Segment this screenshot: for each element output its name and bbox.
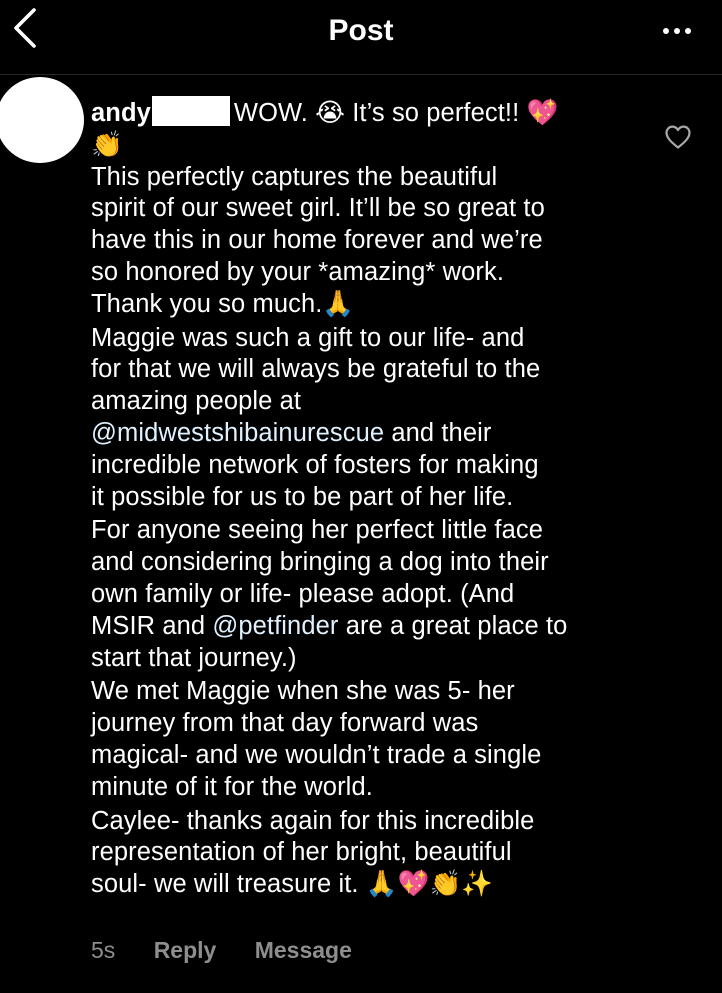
- comment-paragraph: This perfectly captures the beautiful sp…: [91, 162, 545, 318]
- comment-text: Maggie was such a gift to our life- and …: [91, 323, 541, 416]
- avatar[interactable]: [0, 77, 84, 163]
- more-options-button[interactable]: [660, 24, 694, 38]
- comment-body: andy WOW. 😭 It’s so perfect!! 💖 👏 This pe…: [91, 96, 651, 901]
- heart-outline-icon: [665, 125, 691, 149]
- comment-opening-emoji: 👏: [91, 130, 123, 159]
- comment-paragraph: For anyone seeing her perfect little fac…: [91, 515, 651, 674]
- page-title: Post: [328, 14, 394, 47]
- reply-button[interactable]: Reply: [154, 937, 217, 963]
- comment-username[interactable]: andy: [91, 99, 151, 127]
- comment-paragraph: Caylee- thanks again for this incredible…: [91, 806, 535, 899]
- comment-first-line: andy WOW. 😭 It’s so perfect!! 💖: [91, 96, 559, 127]
- comment-actions: 5s Reply Message: [91, 935, 384, 965]
- mention-link-rescue[interactable]: @midwestshibainurescue: [91, 419, 384, 447]
- top-nav-bar: Post: [0, 0, 722, 75]
- comment-timestamp: 5s: [91, 937, 116, 963]
- message-button[interactable]: Message: [255, 937, 352, 963]
- comment-opening-text: WOW. 😭 It’s so perfect!! 💖: [233, 99, 559, 127]
- comment-paragraph: Maggie was such a gift to our life- and …: [91, 323, 651, 514]
- more-horizontal-icon: [663, 28, 691, 34]
- redacted-name-block: [151, 96, 230, 126]
- mention-link-petfinder[interactable]: @petfinder: [212, 612, 338, 640]
- like-comment-button[interactable]: [664, 124, 692, 150]
- comment-paragraph: We met Maggie when she was 5- her journe…: [91, 677, 542, 801]
